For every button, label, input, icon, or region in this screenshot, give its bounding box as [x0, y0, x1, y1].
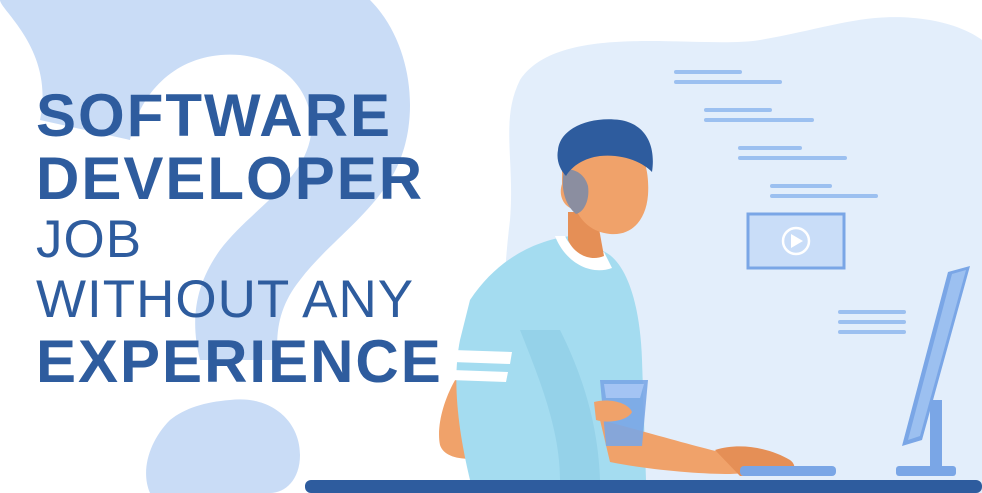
- headline-line-2: DEVELOPER: [36, 145, 425, 212]
- keyboard: [740, 466, 836, 476]
- headline-line-5: EXPERIENCE: [36, 328, 443, 395]
- banner: SOFTWARE DEVELOPER JOB WITHOUT ANY EXPER…: [0, 0, 982, 493]
- video-card: [746, 212, 846, 270]
- headline-line-4: WITHOUT ANY: [36, 270, 415, 329]
- headline: SOFTWARE DEVELOPER JOB WITHOUT ANY EXPER…: [36, 84, 443, 393]
- desk: [305, 480, 982, 493]
- headline-line-3: JOB: [36, 210, 143, 269]
- headline-line-1: SOFTWARE: [36, 82, 392, 149]
